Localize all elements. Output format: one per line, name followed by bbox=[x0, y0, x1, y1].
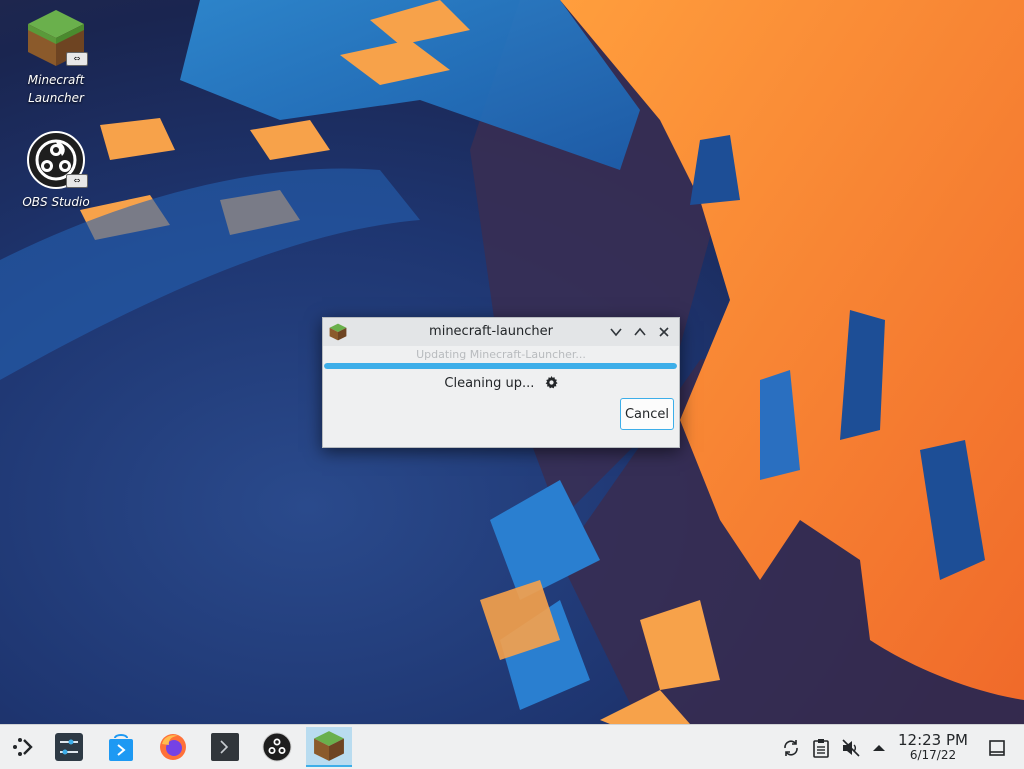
minecraft-grass-block-icon bbox=[314, 731, 344, 761]
expand-tray-icon bbox=[873, 745, 885, 751]
taskbar-konsole[interactable] bbox=[202, 727, 248, 767]
discover-store-icon bbox=[109, 734, 133, 761]
taskbar-system-settings[interactable] bbox=[46, 727, 92, 767]
taskbar: 12:23 PM 6/17/22 bbox=[0, 724, 1024, 769]
taskbar-discover[interactable] bbox=[98, 727, 144, 767]
message-text: Cleaning up... bbox=[444, 376, 535, 391]
message-row: Cleaning up... bbox=[323, 375, 679, 395]
close-button[interactable] bbox=[655, 323, 673, 341]
minimize-button[interactable] bbox=[607, 323, 625, 341]
tray-volume[interactable] bbox=[840, 737, 862, 759]
gear-icon bbox=[545, 376, 558, 395]
progress-bar bbox=[324, 363, 677, 369]
desktop-icon-label: OBS Studio bbox=[22, 195, 90, 209]
tray-clipboard[interactable] bbox=[810, 737, 832, 759]
settings-sliders-icon bbox=[55, 733, 83, 761]
link-badge: ⇔ bbox=[66, 174, 88, 188]
taskbar-application-launcher[interactable] bbox=[0, 727, 46, 767]
maximize-button[interactable] bbox=[631, 323, 649, 341]
tray-expand[interactable] bbox=[868, 737, 890, 759]
desktop: ⇔ Minecraft Launcher ⇔ OBS Studio minecr… bbox=[0, 0, 1024, 724]
link-badge: ⇔ bbox=[66, 52, 88, 66]
desktop-icon-minecraft-launcher[interactable]: ⇔ Minecraft Launcher bbox=[8, 8, 104, 107]
volume-muted-icon bbox=[842, 739, 860, 757]
kde-launcher-icon bbox=[13, 738, 33, 756]
show-desktop-button[interactable] bbox=[986, 737, 1008, 759]
progress-fill bbox=[324, 363, 677, 369]
clock-time[interactable]: 12:23 PM bbox=[896, 731, 970, 749]
updater-dialog: minecraft-launcher Updating Minecraft-La… bbox=[322, 317, 680, 448]
clipboard-icon bbox=[813, 739, 829, 758]
taskbar-minecraft-launcher[interactable] bbox=[306, 727, 352, 767]
show-desktop-icon bbox=[989, 740, 1005, 756]
window-title: minecraft-launcher bbox=[429, 324, 553, 339]
terminal-icon bbox=[211, 733, 239, 761]
update-icon bbox=[784, 740, 798, 756]
taskbar-firefox[interactable] bbox=[150, 727, 196, 767]
taskbar-obs-studio[interactable] bbox=[254, 727, 300, 767]
minecraft-grass-block-icon bbox=[329, 323, 347, 341]
minecraft-grass-block-icon: ⇔ bbox=[26, 8, 88, 68]
cancel-button[interactable]: Cancel bbox=[620, 398, 674, 430]
desktop-icon-label: Launcher bbox=[28, 91, 84, 105]
obs-studio-icon: ⇔ bbox=[26, 130, 88, 190]
desktop-icon-obs-studio[interactable]: ⇔ OBS Studio bbox=[8, 130, 104, 211]
clock-date[interactable]: 6/17/22 bbox=[896, 748, 970, 762]
status-text: Updating Minecraft-Launcher... bbox=[416, 348, 586, 361]
chevron-down-icon bbox=[610, 328, 622, 337]
chevron-up-icon bbox=[634, 327, 646, 336]
tray-updates[interactable] bbox=[780, 737, 802, 759]
firefox-icon bbox=[160, 734, 186, 760]
desktop-icon-label: Minecraft bbox=[27, 73, 85, 87]
close-icon bbox=[659, 327, 669, 337]
obs-studio-icon bbox=[262, 732, 292, 762]
title-bar[interactable]: minecraft-launcher bbox=[323, 318, 679, 346]
